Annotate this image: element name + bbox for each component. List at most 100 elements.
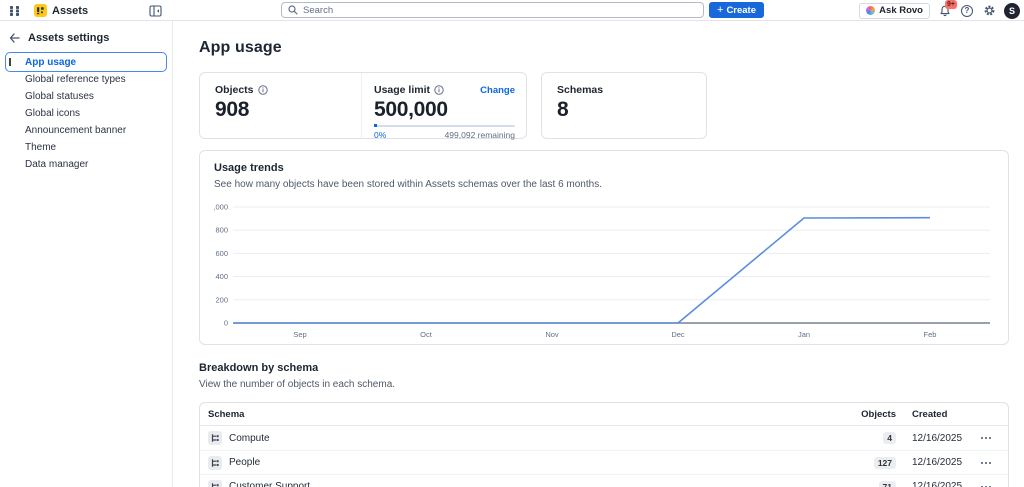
x-tick: Feb — [924, 330, 937, 339]
schema-name: Compute — [229, 432, 270, 444]
usage-trends-subtitle: See how many objects have been stored wi… — [214, 179, 602, 190]
object-count-badge: 4 — [883, 432, 896, 444]
plus-icon: + — [717, 3, 724, 16]
schema-name: People — [229, 457, 261, 468]
global-search[interactable] — [281, 2, 704, 18]
settings-button[interactable] — [982, 4, 996, 18]
objects-value: 908 — [215, 98, 250, 121]
x-tick: Nov — [545, 330, 559, 339]
create-button[interactable]: + Create — [709, 2, 765, 18]
help-icon: ? — [961, 4, 973, 17]
notification-count-badge: 9+ — [945, 0, 957, 9]
schemas-value: 8 — [557, 98, 569, 121]
sidebar-item-data-manager[interactable]: Data manager — [5, 156, 167, 173]
column-header-schema: Schema — [208, 408, 245, 420]
sidebar-title: Assets settings — [28, 32, 110, 44]
created-date: 12/16/2025 — [912, 432, 963, 444]
sidebar-item-label: Global statuses — [25, 91, 94, 102]
objects-usage-card: Objects 908 Usage limit Change 500,000 0… — [199, 72, 527, 141]
usage-limit-label: Usage limit — [374, 84, 431, 96]
usage-progress-fill — [374, 124, 377, 128]
y-tick: 200 — [215, 295, 228, 304]
breakdown-subtitle: View the number of objects in each schem… — [199, 379, 396, 390]
schema-icon — [208, 431, 222, 445]
y-tick: 0 — [224, 319, 228, 328]
x-tick: Oct — [420, 330, 433, 339]
sidebar-item-label: Theme — [25, 142, 57, 153]
info-icon[interactable] — [434, 85, 444, 95]
sidebar-item-theme[interactable]: Theme — [5, 139, 167, 156]
change-limit-link[interactable]: Change — [480, 85, 515, 96]
table-row[interactable]: Compute 4 12/16/2025 — [200, 426, 1008, 450]
avatar[interactable]: S — [1004, 2, 1020, 19]
sidebar-item-announcement-banner[interactable]: Announcement banner — [5, 122, 167, 139]
y-tick: 800 — [215, 226, 228, 235]
table-row[interactable]: Customer Support 71 12/16/2025 — [200, 474, 1008, 487]
x-tick: Jan — [798, 330, 810, 339]
object-count-badge: 71 — [878, 480, 896, 487]
y-tick: 600 — [215, 249, 228, 258]
usage-progress-bar — [374, 124, 515, 128]
app-root: Assets + Create Ask Rovo — [0, 0, 1024, 487]
schema-table: Schema Objects Created Compute 4 12/16/2… — [199, 402, 1009, 487]
y-tick: 1,000 — [214, 203, 228, 212]
search-icon — [288, 5, 298, 15]
sidebar-item-label: App usage — [25, 56, 77, 68]
collapse-sidebar-icon[interactable] — [149, 4, 163, 17]
notifications-button[interactable]: 9+ — [938, 0, 957, 18]
created-date: 12/16/2025 — [912, 457, 963, 468]
schema-name: Customer Support — [229, 481, 311, 487]
help-button[interactable]: ? — [960, 4, 974, 18]
x-tick: Sep — [293, 330, 306, 339]
gear-icon — [984, 5, 994, 16]
overflow-menu-icon[interactable] — [981, 483, 991, 487]
breakdown-title: Breakdown by schema — [199, 362, 319, 374]
main-content: App usage Objects 908 Usage limit Change… — [173, 21, 1024, 487]
sidebar-item-global-reference-types[interactable]: Global reference types — [5, 71, 167, 88]
search-input[interactable] — [303, 4, 697, 16]
sidebar-item-label: Global reference types — [25, 74, 126, 85]
schema-icon — [208, 479, 222, 487]
topbar: Assets + Create Ask Rovo — [0, 0, 1024, 21]
sidebar-item-global-icons[interactable]: Global icons — [5, 105, 167, 122]
app-title: Assets — [52, 4, 89, 17]
y-tick: 400 — [215, 272, 228, 281]
settings-nav: App usage Global reference types Global … — [5, 52, 167, 173]
ask-rovo-label: Ask Rovo — [879, 5, 923, 16]
table-header-row: Schema Objects Created — [200, 403, 1008, 426]
schemas-label: Schemas — [557, 84, 604, 96]
created-date: 12/16/2025 — [912, 481, 963, 487]
settings-sidebar: Assets settings App usage Global referen… — [0, 21, 173, 487]
sidebar-item-label: Announcement banner — [25, 125, 127, 136]
object-count-badge: 127 — [873, 456, 896, 469]
sidebar-item-global-statuses[interactable]: Global statuses — [5, 88, 167, 105]
back-arrow-icon[interactable] — [9, 33, 20, 43]
info-icon[interactable] — [257, 85, 268, 95]
sidebar-item-label: Data manager — [25, 159, 89, 170]
schema-icon — [208, 455, 222, 470]
usage-remaining: 499,092 remaining — [444, 130, 515, 141]
usage-trends-card: Usage trends See how many objects have b… — [199, 150, 1009, 345]
sidebar-item-app-usage[interactable]: App usage — [5, 52, 167, 72]
overflow-menu-icon[interactable] — [981, 459, 991, 467]
table-row[interactable]: People 127 12/16/2025 — [200, 450, 1008, 474]
rovo-icon — [866, 6, 876, 15]
objects-label: Objects — [215, 84, 254, 96]
x-tick: Dec — [671, 330, 685, 339]
page-title: App usage — [199, 39, 282, 56]
overflow-menu-icon[interactable] — [981, 434, 991, 442]
usage-trends-chart: 0 200 400 600 800 1,000 Sep Oct Nov Dec … — [214, 203, 990, 339]
ask-rovo-button[interactable]: Ask Rovo — [859, 2, 930, 19]
usage-trend-line — [233, 216, 931, 324]
usage-trends-title: Usage trends — [214, 162, 284, 174]
create-button-label: Create — [726, 4, 757, 16]
app-switcher-icon[interactable] — [8, 4, 22, 18]
sidebar-item-label: Global icons — [25, 108, 81, 119]
assets-app-home[interactable]: Assets — [34, 4, 88, 17]
column-header-created: Created — [912, 408, 948, 420]
assets-logo-icon — [34, 4, 47, 17]
column-header-objects: Objects — [861, 408, 896, 420]
usage-percent: 0% — [374, 130, 387, 141]
usage-limit-value: 500,000 — [374, 98, 448, 121]
stats-row: Objects 908 Usage limit Change 500,000 0… — [199, 72, 1009, 141]
